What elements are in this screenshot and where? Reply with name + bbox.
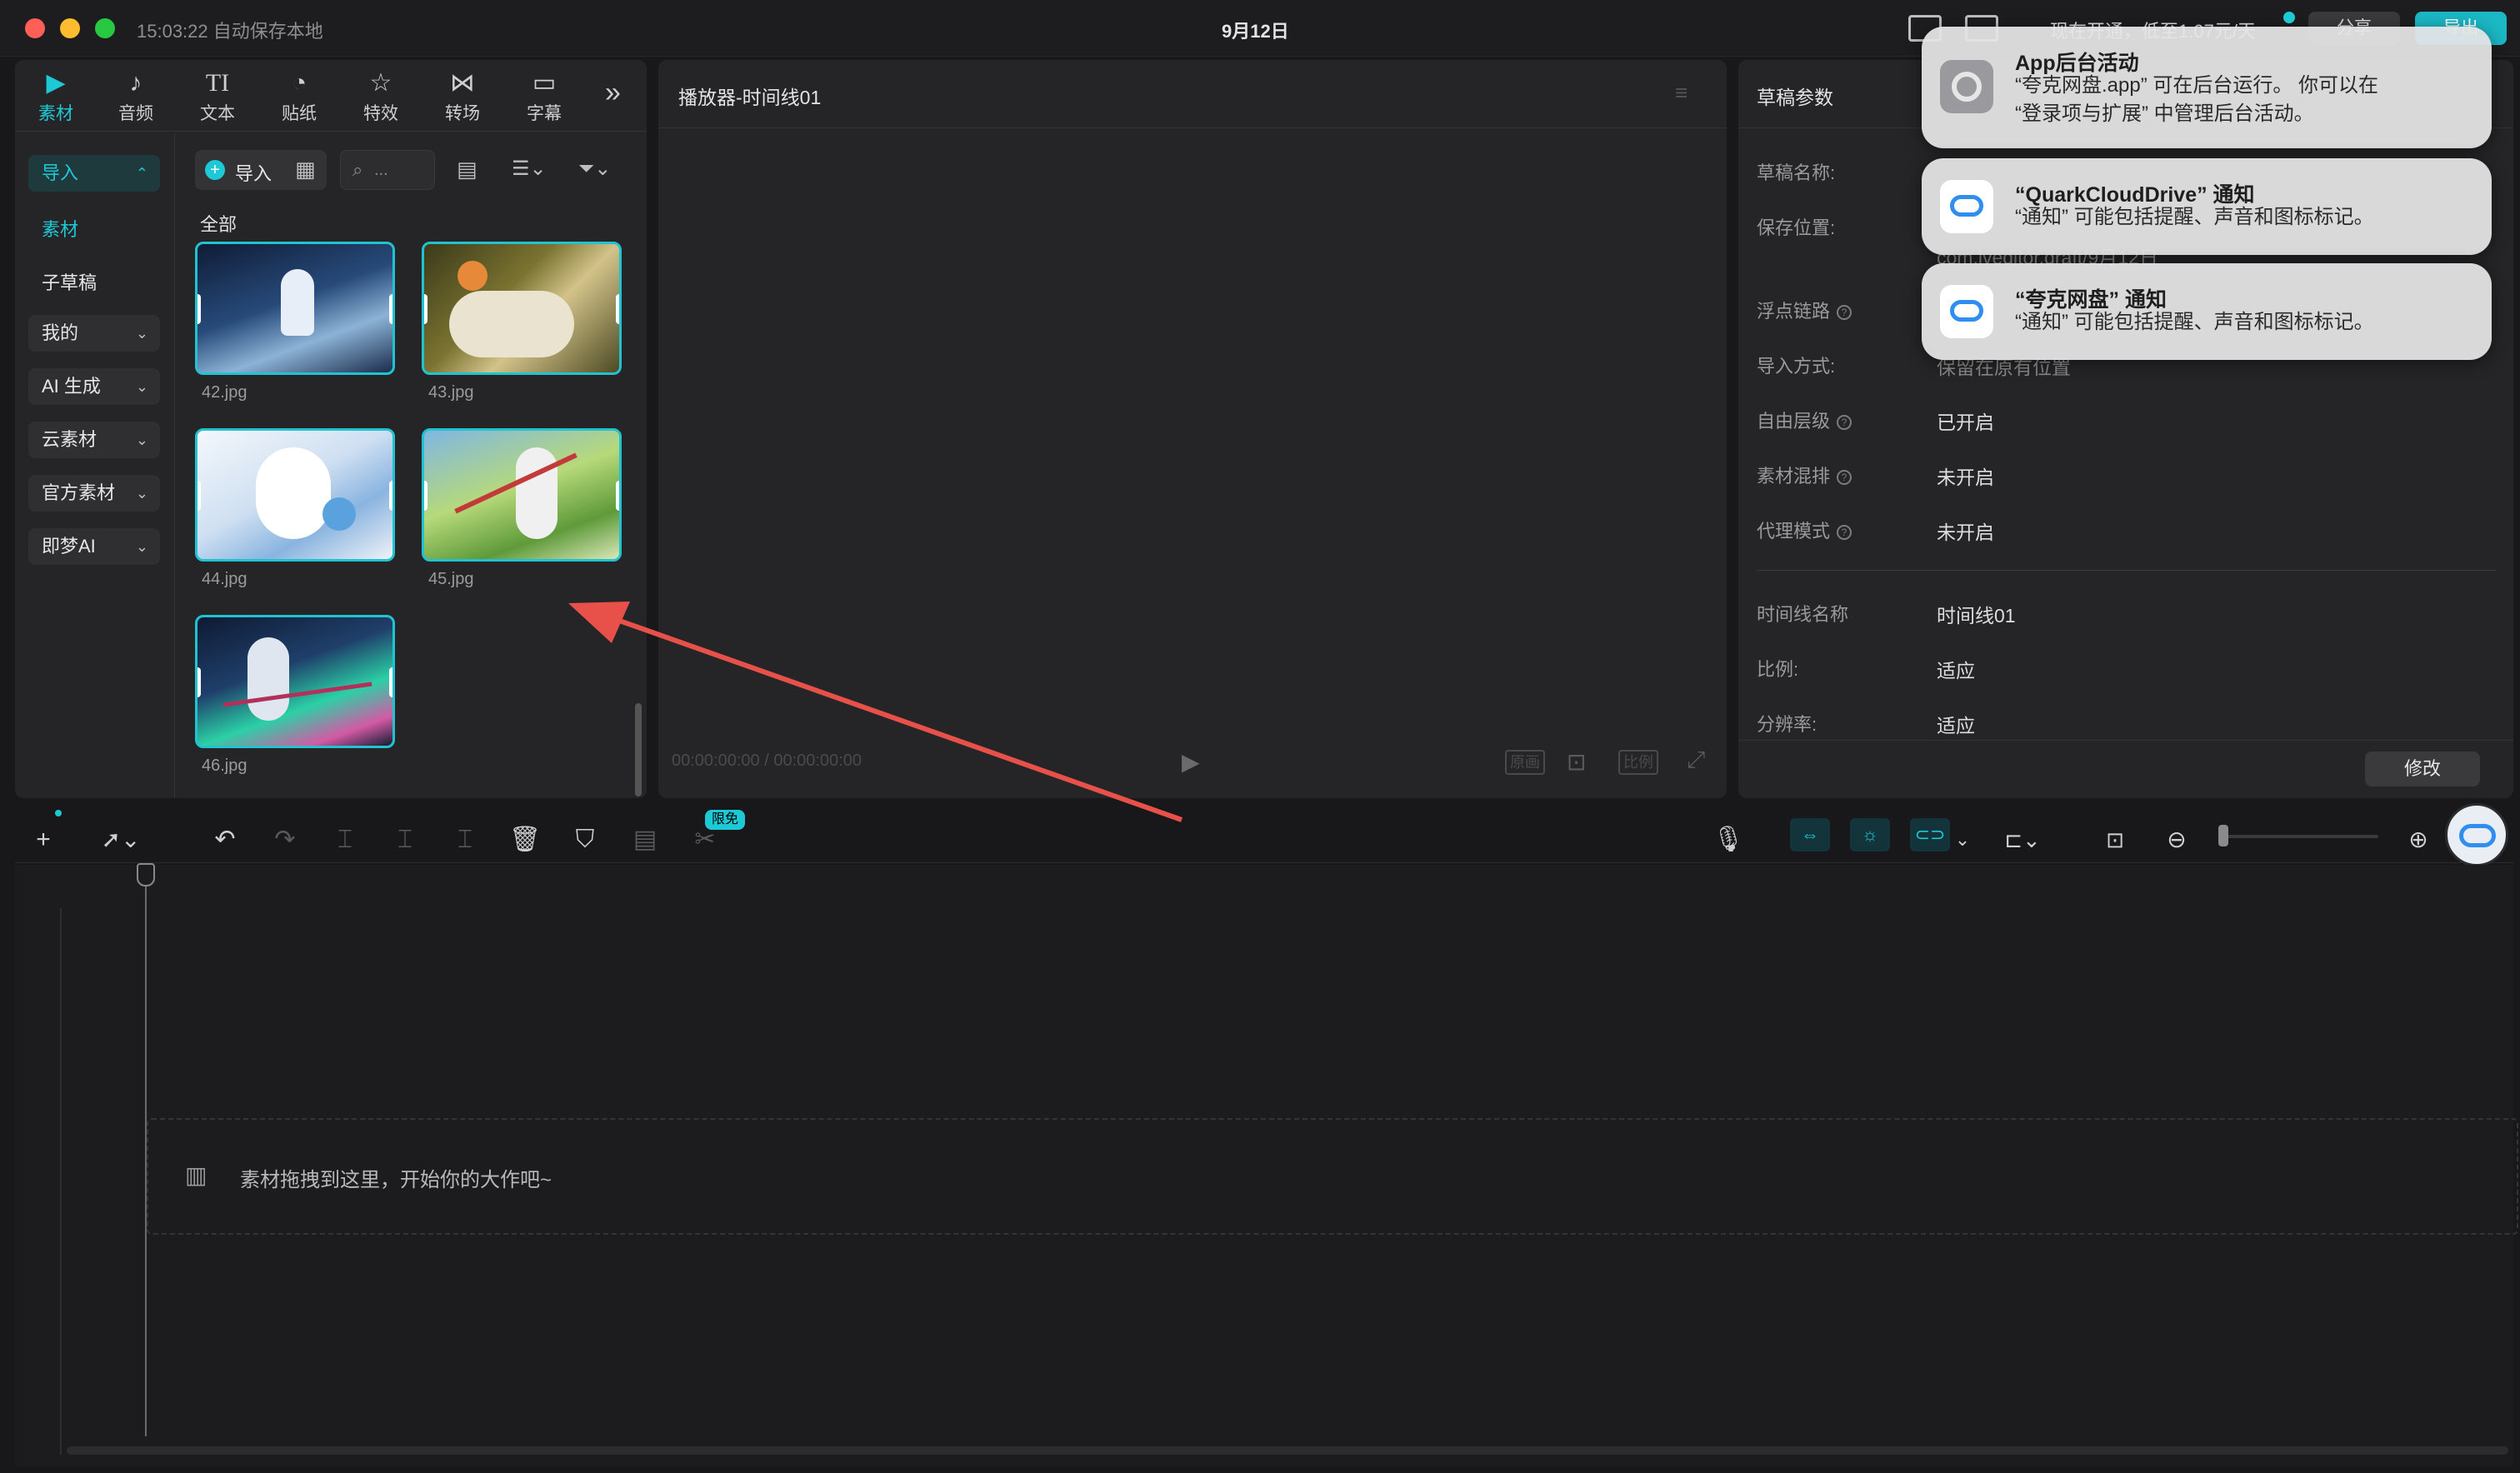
quark-drive-app-icon [1940,180,1993,233]
notification-quark-drive[interactable]: “夸克网盘” 通知 “通知” 可能包括提醒、声音和图标标记。 [1922,263,2492,360]
quark-drive-app-icon [1940,285,1993,338]
arrow-line [597,611,1183,822]
cloud-icon [1950,195,1983,217]
notification-background-activity[interactable]: App后台活动 “夸克网盘.app” 可在后台运行。 你可以在 “登录项与扩展”… [1922,27,2492,148]
notification-quarkclouddrive[interactable]: “QuarkCloudDrive” 通知 “通知” 可能包括提醒、声音和图标标记… [1922,158,2492,255]
cloud-icon [1950,300,1983,322]
system-settings-icon [1940,60,1993,113]
notification-dot [2283,12,2295,23]
app-window: 15:03:22 自动保存本地 9月12日 现在开通，低至1.07元/天 分享 … [0,0,2520,1473]
gear-icon [1952,72,1982,102]
arrow-head [568,602,630,643]
